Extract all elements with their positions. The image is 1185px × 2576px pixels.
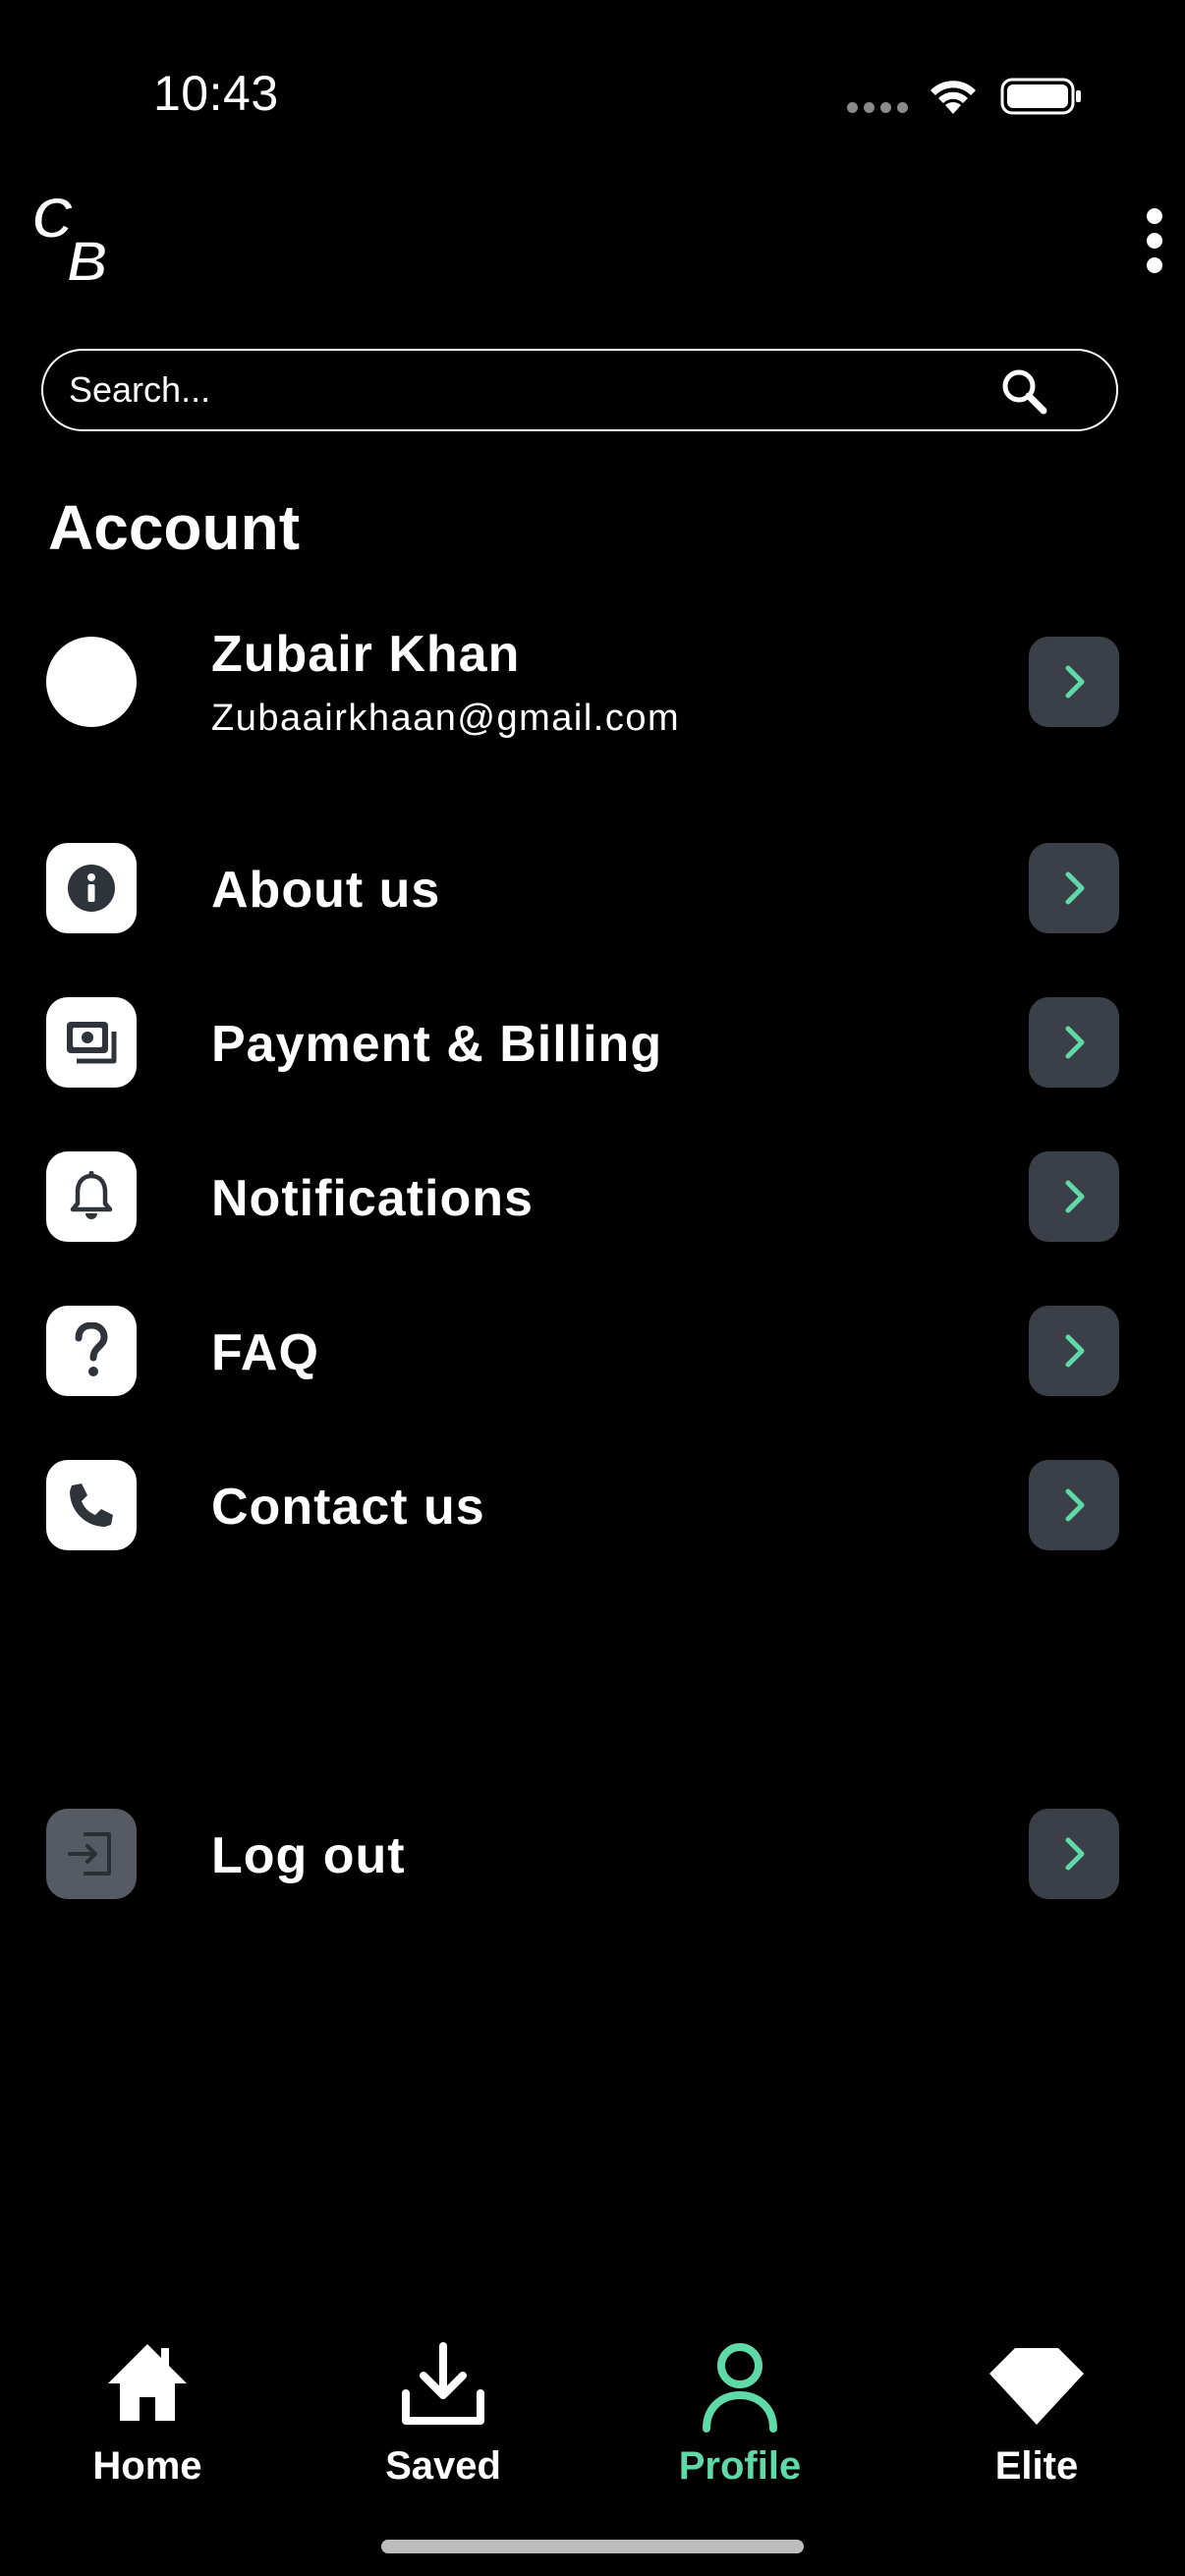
- chevron-right-icon[interactable]: [1029, 843, 1119, 933]
- profile-row[interactable]: Zubair Khan Zubaairkhaan@gmail.com: [0, 626, 1185, 739]
- logout-icon: [46, 1809, 137, 1899]
- chevron-right-icon[interactable]: [1029, 1809, 1119, 1899]
- diamond-icon: [989, 2348, 1084, 2425]
- tab-label: Elite: [994, 2444, 1079, 2488]
- user-icon: [703, 2343, 777, 2433]
- phone-icon: [46, 1460, 137, 1550]
- menu-item-contact-us[interactable]: Contact us: [0, 1460, 1185, 1554]
- menu-item-label: FAQ: [211, 1324, 319, 1381]
- home-indicator: [381, 2540, 804, 2553]
- battery-icon: [1000, 78, 1081, 115]
- chevron-right-icon[interactable]: [1029, 637, 1119, 727]
- menu-item-label: About us: [211, 862, 441, 919]
- menu-item-faq[interactable]: FAQ: [0, 1306, 1185, 1400]
- tab-profile[interactable]: Profile: [632, 2338, 848, 2495]
- tab-label: Home: [92, 2444, 202, 2488]
- menu-item-about-us[interactable]: About us: [0, 843, 1185, 937]
- search-bar[interactable]: [41, 349, 1118, 431]
- info-icon: [46, 843, 137, 933]
- question-icon: [46, 1306, 137, 1396]
- download-icon: [402, 2342, 484, 2425]
- chevron-right-icon[interactable]: [1029, 1460, 1119, 1550]
- tab-saved[interactable]: Saved: [335, 2338, 551, 2495]
- menu-item-label: Log out: [211, 1827, 406, 1884]
- status-time: 10:43: [153, 66, 279, 121]
- wifi-icon: [931, 81, 976, 114]
- home-icon: [108, 2344, 187, 2421]
- chevron-right-icon[interactable]: [1029, 1306, 1119, 1396]
- profile-email: Zubaairkhaan@gmail.com: [211, 698, 681, 739]
- menu-item-label: Notifications: [211, 1170, 534, 1227]
- svg-text:B: B: [67, 230, 108, 285]
- menu-item-log-out[interactable]: Log out: [0, 1809, 1185, 1903]
- search-input[interactable]: [67, 368, 955, 412]
- bell-icon: [46, 1151, 137, 1242]
- chevron-right-icon[interactable]: [1029, 997, 1119, 1088]
- tab-label: Saved: [385, 2444, 501, 2488]
- chevron-right-icon[interactable]: [1029, 1151, 1119, 1242]
- tab-elite[interactable]: Elite: [929, 2338, 1145, 2495]
- signal-icon: [847, 102, 908, 113]
- cb-logo-icon: C B: [30, 191, 109, 285]
- search-icon[interactable]: [998, 365, 1049, 417]
- profile-name: Zubair Khan: [211, 626, 521, 683]
- page-title: Account: [48, 492, 300, 563]
- menu-item-payment-billing[interactable]: Payment & Billing: [0, 997, 1185, 1092]
- menu-item-notifications[interactable]: Notifications: [0, 1151, 1185, 1246]
- tab-label: Profile: [678, 2444, 802, 2488]
- menu-item-label: Payment & Billing: [211, 1016, 663, 1073]
- payment-icon: [46, 997, 137, 1088]
- avatar: [46, 637, 137, 727]
- menu-item-label: Contact us: [211, 1479, 485, 1536]
- tab-home[interactable]: Home: [39, 2338, 255, 2495]
- more-vertical-icon[interactable]: [1140, 206, 1169, 275]
